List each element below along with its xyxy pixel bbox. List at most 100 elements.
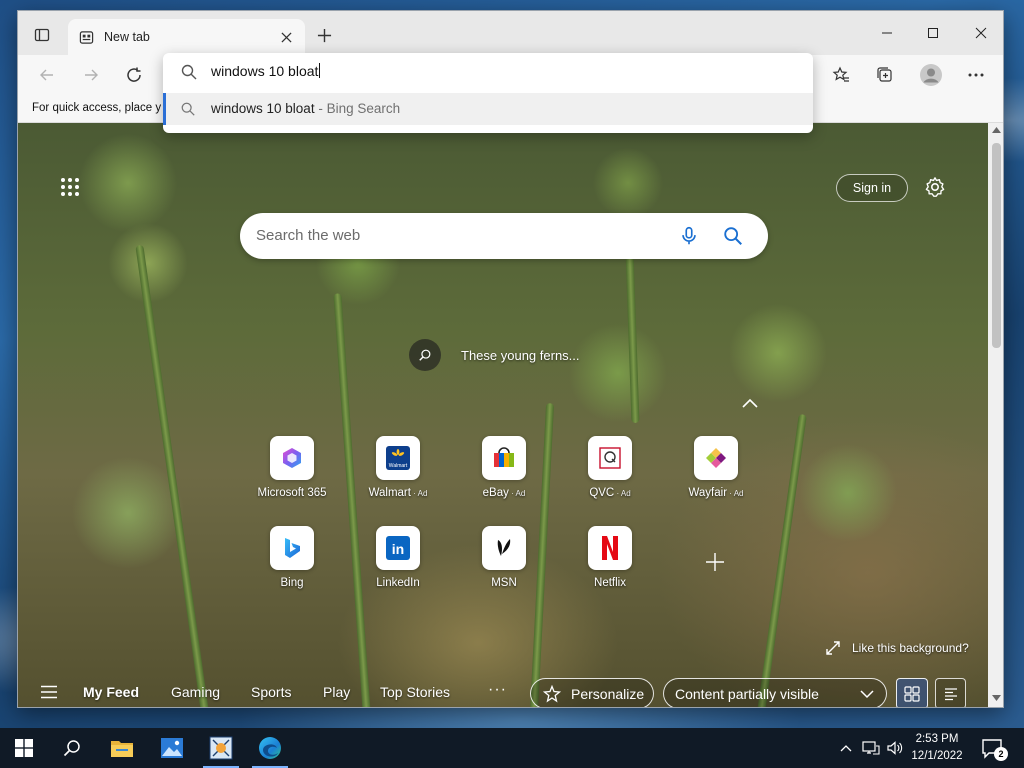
ebay-icon [482,436,526,480]
quick-link-ebay[interactable]: eBay · Ad [451,436,557,499]
tab-actions-icon [34,28,50,42]
tile-label: MSN [451,577,557,589]
tile-name: LinkedIn [376,577,420,589]
taskbar-microsoft-edge[interactable] [246,728,294,768]
bing-icon [270,526,314,570]
tab-close-button[interactable] [277,28,295,46]
back-button[interactable] [32,61,62,89]
show-hidden-icons-button[interactable] [836,728,856,768]
walmart-icon: Walmart [376,436,420,480]
quick-link-walmart[interactable]: Walmart Walmart · Ad [345,436,451,499]
more-horizontal-icon [968,73,984,77]
vertical-scrollbar[interactable] [988,123,1003,707]
close-icon [280,31,292,43]
svg-text:Walmart: Walmart [389,463,408,469]
quick-link-msn[interactable]: MSN [451,526,557,589]
taskbar-search-button[interactable] [48,728,96,768]
scroll-up-arrow-icon[interactable] [992,127,1001,133]
taskbar-photos[interactable] [148,728,196,768]
tab-top-stories[interactable]: Top Stories [380,684,450,700]
network-button[interactable] [860,728,882,768]
ad-marker: · Ad [614,489,631,498]
app-launcher-button[interactable] [58,175,82,199]
personalize-button[interactable]: Personalize [530,678,654,707]
search-icon[interactable] [722,225,744,247]
address-bar-dropdown: windows 10 bloat windows 10 bloat - Bing… [163,53,813,133]
web-search-box[interactable]: Search the web [240,213,768,259]
tab-actions-button[interactable] [28,23,56,47]
web-search-placeholder: Search the web [256,227,361,244]
window-close-button[interactable] [958,19,1003,47]
news-feed-bar: My Feed Gaming Sports Play Top Stories ·… [18,675,988,707]
chevron-up-icon [840,745,852,752]
hamburger-menu-icon[interactable] [40,685,58,699]
grid-layout-button[interactable] [896,678,928,707]
plus-icon [317,28,331,42]
taskbar-file-explorer[interactable] [98,728,146,768]
edge-icon [259,737,281,759]
minimize-button[interactable] [864,19,910,47]
search-icon [409,339,441,371]
svg-text:in: in [392,541,404,557]
tab-my-feed[interactable]: My Feed [83,684,139,700]
like-background-label: Like this background? [852,641,969,655]
refresh-icon [127,67,141,82]
microsoft-365-icon [270,436,314,480]
favorites-button[interactable] [826,61,856,89]
suggestion-query: windows 10 bloat [211,101,315,116]
address-input[interactable]: windows 10 bloat [211,63,321,79]
tile-name: Walmart [368,487,411,499]
search-suggestion[interactable]: windows 10 bloat - Bing Search [163,93,813,125]
like-background-button[interactable]: Like this background? [826,641,969,655]
more-tabs-button[interactable]: ··· [488,681,507,699]
quick-link-netflix[interactable]: Netflix [557,526,663,589]
tab-sports[interactable]: Sports [251,684,291,700]
quick-link-microsoft-365[interactable]: Microsoft 365 [239,436,345,499]
page-settings-button[interactable] [924,176,946,198]
background-info[interactable]: These young ferns... [409,339,580,371]
scroll-thumb[interactable] [992,143,1001,348]
scroll-down-arrow-icon[interactable] [992,695,1001,701]
sign-in-button[interactable]: Sign in [836,174,908,202]
arrow-left-icon [40,69,53,81]
tile-name: eBay [482,487,509,499]
forward-button[interactable] [76,61,106,89]
list-layout-button[interactable] [935,678,966,707]
profile-button[interactable] [916,61,946,89]
windows-logo-icon [15,739,33,757]
microphone-icon[interactable] [678,225,700,247]
tab-play[interactable]: Play [323,684,350,700]
new-tab-page-icon [78,29,94,45]
collections-button[interactable] [870,61,900,89]
quick-link-qvc[interactable]: QVC · Ad [557,436,663,499]
settings-and-more-button[interactable] [961,61,991,89]
search-icon [181,102,195,116]
quick-link-linkedin[interactable]: in LinkedIn [345,526,451,589]
add-site-button[interactable] [704,551,726,573]
waffle-icon [61,178,79,196]
taskbar-clock[interactable]: 2:53 PM 12/1/2022 [906,731,968,765]
taskbar-app[interactable] [197,728,245,768]
background-fern-stem [333,293,371,707]
tab-gaming[interactable]: Gaming [171,684,220,700]
tab-new-tab[interactable]: New tab [68,19,305,55]
tile-label: Bing [239,577,345,589]
chevron-down-icon [860,690,874,699]
chevron-up-icon[interactable] [740,395,760,411]
refresh-button[interactable] [119,61,149,89]
content-visibility-dropdown[interactable]: Content partially visible [663,678,887,707]
start-button[interactable] [0,728,48,768]
tile-name: Microsoft 365 [257,487,327,499]
search-icon [181,64,197,80]
close-icon [975,27,987,39]
favorites-bar-hint: For quick access, place y [32,102,162,114]
app-icon [209,736,233,760]
msn-icon [482,526,526,570]
quick-link-wayfair[interactable]: Wayfair · Ad [663,436,769,499]
address-bar[interactable]: windows 10 bloat [163,53,813,91]
quick-link-bing[interactable]: Bing [239,526,345,589]
new-tab-button[interactable] [311,23,337,47]
maximize-button[interactable] [910,19,956,47]
ad-marker: · Ad [727,489,744,498]
volume-button[interactable] [884,728,906,768]
